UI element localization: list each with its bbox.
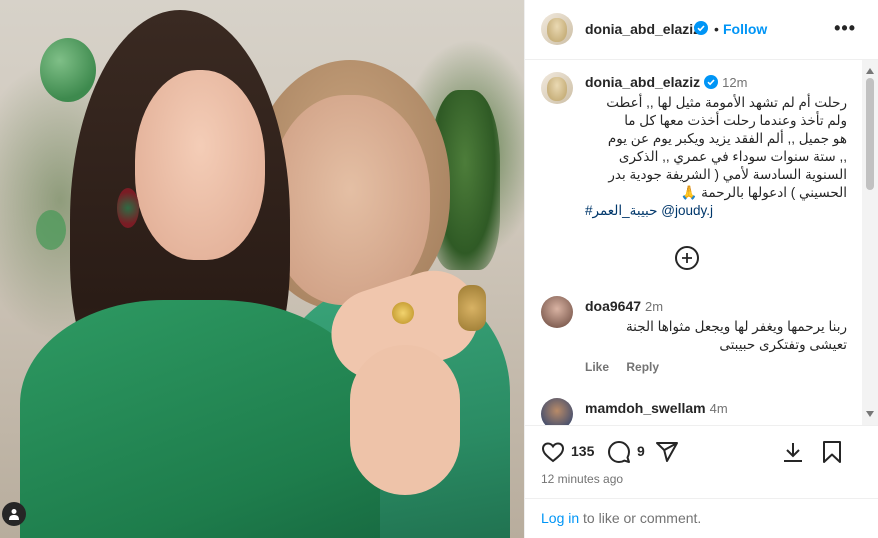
caption-line: هو جميل ,, ألم الفقد يزيد ويكبر يوم عن ي…: [607, 131, 847, 146]
tagged-people-button[interactable]: [2, 502, 26, 526]
comment-line: تعيشى وتفتكرى حبيبتى: [719, 337, 847, 352]
comment-icon[interactable]: [607, 440, 631, 469]
caption-author-avatar[interactable]: [541, 72, 573, 104]
verified-badge-icon: [704, 75, 719, 92]
share-icon[interactable]: [655, 440, 679, 469]
caption-line: السنوية السادسة لأمي ( الشريفة جودية بدر: [608, 167, 847, 182]
gold-ring: [392, 302, 414, 324]
comment-time: 2m: [645, 299, 664, 314]
load-more-comments-button[interactable]: [675, 246, 699, 270]
hand: [350, 345, 460, 495]
caption-line: ولم تأخذ وعندما رحلت أخذت معها كل ما: [624, 113, 847, 128]
caption-line: الحسيني ) ادعولها بالرحمة 🙏: [680, 185, 847, 200]
hashtag-link[interactable]: #حبيبة_العمر: [585, 203, 657, 218]
scroll-down-arrow[interactable]: [866, 411, 874, 417]
comment-line: ربنا يرحمها ويغفر لها ويجعل مثواها الجنة: [625, 319, 847, 334]
caption-line: ,, ستة سنوات سوداء في عمري ,, الذكرى: [618, 149, 847, 164]
balloon-decoration-small: [36, 210, 66, 250]
login-prompt-text: to like or comment.: [579, 510, 702, 526]
login-link[interactable]: Log in: [541, 510, 579, 526]
commenter-username[interactable]: doa9647: [585, 298, 641, 314]
plus-circle-icon: [682, 253, 692, 263]
follow-button[interactable]: Follow: [723, 21, 767, 37]
separator-dot: •: [714, 21, 719, 37]
younger-woman-face: [135, 70, 265, 260]
mention-link[interactable]: @joudy.j: [661, 203, 713, 218]
download-icon[interactable]: [781, 440, 805, 469]
balloon-decoration: [40, 38, 96, 102]
author-avatar[interactable]: [541, 13, 573, 45]
likes-count[interactable]: 135: [571, 443, 594, 459]
commenter-username[interactable]: mamdoh_swellam: [585, 400, 706, 416]
scrollbar-thumb[interactable]: [866, 78, 874, 190]
comments-count[interactable]: 9: [637, 443, 645, 459]
more-options-icon[interactable]: •••: [834, 18, 856, 39]
verified-badge-icon: [694, 21, 708, 40]
heart-icon[interactable]: [541, 440, 565, 469]
earring: [117, 188, 139, 228]
caption-line: رحلت أم لم تشهد الأمومة مثيل لها ,, أعطت: [606, 95, 847, 110]
caption-username[interactable]: donia_abd_elaziz: [585, 74, 700, 90]
commenter-avatar[interactable]: [541, 296, 573, 328]
comment-time: 4m: [709, 401, 728, 416]
bookmark-icon[interactable]: [821, 440, 843, 469]
author-username[interactable]: donia_abd_elaziz: [585, 21, 700, 37]
comment-like-button[interactable]: Like: [585, 360, 609, 374]
post-timestamp: 12 minutes ago: [541, 472, 624, 486]
post-header: donia_abd_elaziz • Follow •••: [525, 0, 878, 60]
post-details-panel: donia_abd_elaziz • Follow ••• donia_abd_…: [524, 0, 878, 538]
scroll-up-arrow[interactable]: [866, 68, 874, 74]
scrollbar[interactable]: [862, 60, 878, 425]
caption-text: رحلت أم لم تشهد الأمومة مثيل لها ,, أعطت…: [585, 94, 847, 220]
login-prompt: Log in to like or comment.: [541, 510, 701, 526]
person-icon: [9, 509, 19, 520]
younger-woman-dress: [20, 300, 380, 538]
divider: [525, 498, 878, 499]
comment-actions: Like Reply: [585, 360, 673, 374]
comments-scroll-area[interactable]: donia_abd_elaziz 12m رحلت أم لم تشهد الأم…: [525, 60, 861, 425]
post-photo[interactable]: [0, 0, 524, 538]
commenter-avatar[interactable]: [541, 398, 573, 425]
comment-reply-button[interactable]: Reply: [626, 360, 659, 374]
comment-text: ربنا يرحمها ويغفر لها ويجعل مثواها الجنة…: [585, 318, 847, 354]
caption-time: 12m: [722, 75, 748, 90]
post-actions-bar: 135 9 12 minutes ago Log in to like or c…: [525, 425, 878, 538]
older-woman-face: [270, 95, 430, 305]
gold-bracelet: [458, 285, 486, 331]
